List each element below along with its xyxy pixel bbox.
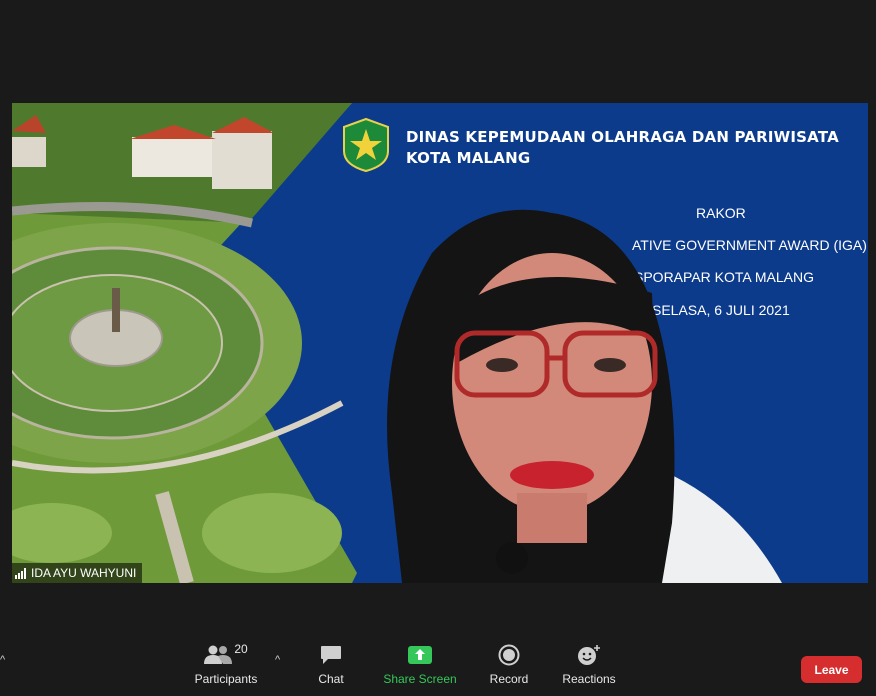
participants-options-caret[interactable]: ^ <box>275 654 280 666</box>
organization-city: KOTA MALANG <box>406 149 531 167</box>
kota-malang-logo <box>343 117 389 173</box>
chat-label: Chat <box>318 672 344 686</box>
active-speaker-video: DINAS KEPEMUDAAN OLAHRAGA DAN PARIWISATA… <box>12 103 868 583</box>
share-screen-label: Share Screen <box>383 672 457 686</box>
speaker-video-feed <box>387 209 782 583</box>
reactions-label: Reactions <box>562 672 616 686</box>
share-screen-icon <box>408 646 432 664</box>
organization-title: DINAS KEPEMUDAAN OLAHRAGA DAN PARIWISATA… <box>406 127 839 169</box>
participant-name-tag: IDA AYU WAHYUNI <box>12 563 143 583</box>
record-label: Record <box>489 672 529 686</box>
share-screen-button[interactable]: Share Screen <box>383 640 457 686</box>
participant-name: IDA AYU WAHYUNI <box>31 566 137 580</box>
record-icon <box>498 644 520 666</box>
chat-button[interactable]: Chat <box>314 640 348 686</box>
participants-count: 20 <box>234 642 248 656</box>
reactions-button[interactable]: Reactions <box>561 640 617 686</box>
organization-name: DINAS KEPEMUDAAN OLAHRAGA DAN PARIWISATA <box>406 128 839 146</box>
participants-label: Participants <box>194 672 258 686</box>
participants-icon <box>204 645 233 664</box>
meeting-toolbar: ^ 20 Participants ^ Chat Share Screen Re… <box>0 640 876 696</box>
audio-options-caret[interactable]: ^ <box>0 654 5 666</box>
participants-button[interactable]: 20 Participants <box>193 640 259 686</box>
leave-meeting-button[interactable]: Leave <box>801 656 862 683</box>
reactions-emoji-icon <box>578 645 600 665</box>
chat-icon <box>321 646 341 664</box>
record-button[interactable]: Record <box>489 640 529 686</box>
signal-strength-icon <box>15 567 26 579</box>
